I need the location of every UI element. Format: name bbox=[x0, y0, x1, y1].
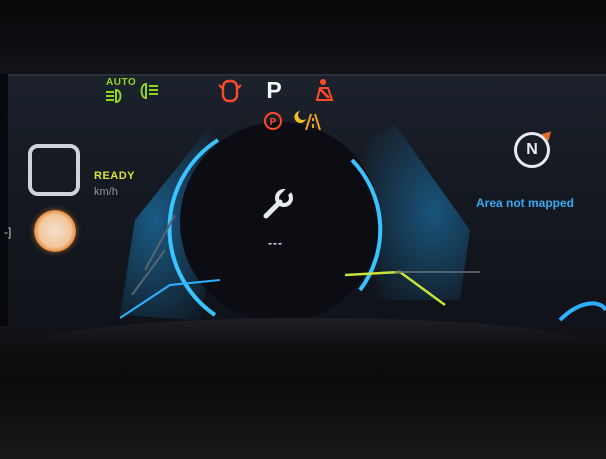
right-swirl bbox=[558, 301, 606, 322]
navigation-message: Area not mapped bbox=[476, 196, 575, 210]
parking-brake-icon: P bbox=[264, 112, 282, 130]
gear-indicator: P bbox=[266, 77, 282, 103]
speed-unit: km/h bbox=[94, 186, 118, 198]
door-open-icon bbox=[218, 79, 242, 103]
auto-headlight-icon bbox=[106, 88, 122, 104]
ready-status: READY bbox=[94, 170, 136, 182]
seatbelt-icon bbox=[315, 79, 334, 101]
center-value: --- bbox=[268, 236, 283, 250]
svg-text:P: P bbox=[270, 117, 277, 128]
auto-label: AUTO bbox=[106, 77, 137, 88]
charge-bracket: -] bbox=[4, 225, 12, 239]
center-dial bbox=[180, 122, 380, 322]
compass-label: N bbox=[526, 141, 538, 158]
speed-display-box bbox=[28, 144, 80, 196]
night-mode-icon bbox=[294, 111, 306, 123]
low-beam-icon bbox=[140, 82, 158, 100]
charge-indicator-icon bbox=[34, 210, 76, 252]
instrument-cluster-photo: P AUTO P READY km/h -] --- N Area not ma… bbox=[0, 0, 606, 459]
